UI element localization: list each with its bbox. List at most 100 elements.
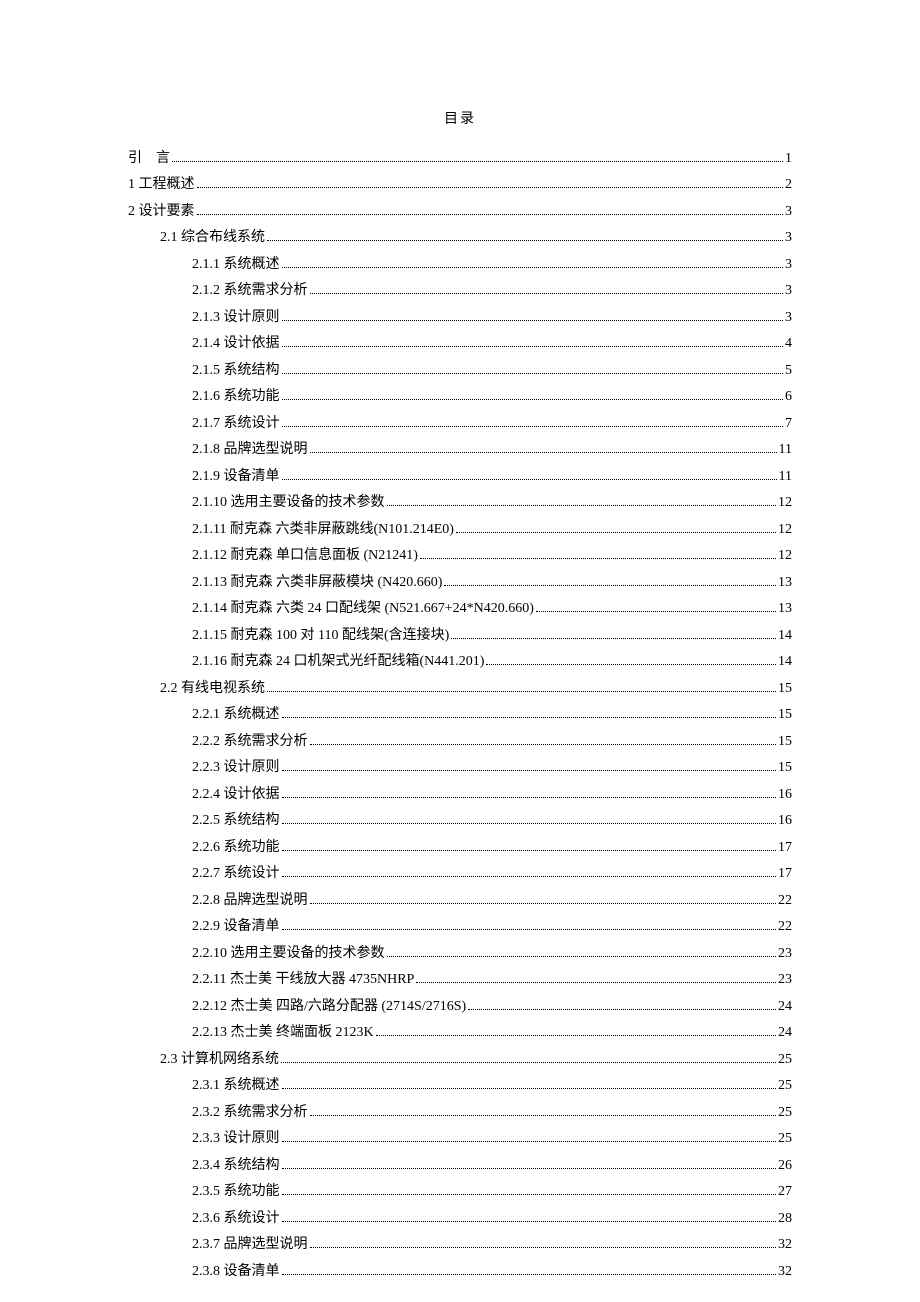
toc-entry-label: 2.2.12 杰士美 四路/六路分配器 (2714S/2716S) [192, 995, 466, 1020]
toc-leader-dots [172, 161, 783, 162]
toc-entry-page: 26 [778, 1154, 792, 1179]
toc-entry-label: 2.1.14 耐克森 六类 24 口配线架 (N521.667+24*N420.… [192, 597, 534, 622]
toc-entry: 2.1.9 设备清单11 [128, 465, 792, 490]
toc-entry-page: 15 [778, 730, 792, 755]
toc-leader-dots [282, 1221, 777, 1222]
toc-entry: 2.1.5 系统结构 5 [128, 359, 792, 384]
toc-entry-page: 16 [778, 809, 792, 834]
toc-leader-dots [197, 187, 784, 188]
toc-leader-dots [310, 744, 777, 745]
toc-entry-label: 2.2.9 设备清单 [192, 915, 280, 940]
toc-entry: 2.1.7 系统设计 7 [128, 412, 792, 437]
toc-leader-dots [281, 1062, 776, 1063]
toc-entry-page: 3 [785, 200, 792, 225]
toc-entry-label: 2 设计要素 [128, 200, 195, 225]
toc-leader-dots [197, 214, 784, 215]
toc-entry: 2.1.8 品牌选型说明11 [128, 438, 792, 463]
toc-leader-dots [282, 373, 784, 374]
toc-entry-page: 23 [778, 968, 792, 993]
toc-entry-label: 2.1 综合布线系统 [160, 226, 265, 251]
toc-entry: 2.2.9 设备清单22 [128, 915, 792, 940]
toc-entry: 2.1.11 耐克森 六类非屏蔽跳线(N101.214E0)12 [128, 518, 792, 543]
toc-entry: 2.3.8 设备清单32 [128, 1260, 792, 1285]
toc-entry-label: 2.2.2 系统需求分析 [192, 730, 308, 755]
toc-entry-page: 3 [785, 306, 792, 331]
toc-entry: 2.2.10 选用主要设备的技术参数23 [128, 942, 792, 967]
toc-entry: 2.2.3 设计原则15 [128, 756, 792, 781]
toc-entry-label: 2.1.13 耐克森 六类非屏蔽模块 (N420.660) [192, 571, 442, 596]
toc-leader-dots [282, 797, 777, 798]
toc-leader-dots [282, 717, 777, 718]
toc-entry: 2.1.13 耐克森 六类非屏蔽模块 (N420.660)13 [128, 571, 792, 596]
toc-entry-label: 2.1.12 耐克森 单口信息面板 (N21241) [192, 544, 418, 569]
toc-entry-page: 13 [778, 597, 792, 622]
toc-entry-label: 2.2.8 品牌选型说明 [192, 889, 308, 914]
toc-leader-dots [310, 903, 777, 904]
toc-entry: 2.2.5 系统结构 16 [128, 809, 792, 834]
toc-leader-dots [310, 293, 784, 294]
toc-leader-dots [536, 611, 776, 612]
toc-entry-page: 25 [778, 1127, 792, 1152]
toc-leader-dots [420, 558, 776, 559]
toc-leader-dots [282, 1274, 777, 1275]
toc-entry-page: 24 [778, 995, 792, 1020]
toc-entry-label: 2.3.8 设备清单 [192, 1260, 280, 1285]
toc-entry: 2.1.4 设计依据4 [128, 332, 792, 357]
toc-entry-page: 28 [778, 1207, 792, 1232]
toc-entry-label: 2.2.5 系统结构 [192, 809, 280, 834]
toc-entry-label: 2.1.7 系统设计 [192, 412, 280, 437]
toc-entry-page: 27 [778, 1180, 792, 1205]
toc-entry-page: 7 [785, 412, 792, 437]
toc-entry-page: 5 [785, 359, 792, 384]
toc-leader-dots [282, 346, 784, 347]
toc-leader-dots [310, 452, 777, 453]
toc-entry: 2 设计要素 3 [128, 200, 792, 225]
toc-entry: 2.1.14 耐克森 六类 24 口配线架 (N521.667+24*N420.… [128, 597, 792, 622]
toc-entry-label: 2.3 计算机网络系统 [160, 1048, 279, 1073]
toc-entry-page: 14 [778, 624, 792, 649]
toc-entry-label: 2.2.7 系统设计 [192, 862, 280, 887]
toc-entry-label: 2.3.4 系统结构 [192, 1154, 280, 1179]
toc-entry-page: 15 [778, 677, 792, 702]
toc-entry-page: 24 [778, 1021, 792, 1046]
toc-entry: 2.3.7 品牌选型说明32 [128, 1233, 792, 1258]
toc-entry: 2.2 有线电视系统 15 [128, 677, 792, 702]
toc-entry: 2.3.5 系统功能 27 [128, 1180, 792, 1205]
toc-entry-page: 17 [778, 862, 792, 887]
toc-entry-page: 22 [778, 889, 792, 914]
toc-entry-label: 引 言 [128, 147, 170, 172]
toc-entry-page: 16 [778, 783, 792, 808]
toc-entry: 2.1.10 选用主要设备的技术参数12 [128, 491, 792, 516]
toc-entry: 2.2.12 杰士美 四路/六路分配器 (2714S/2716S) 24 [128, 995, 792, 1020]
toc-entry-page: 2 [785, 173, 792, 198]
toc-leader-dots [282, 1141, 777, 1142]
toc-leader-dots [282, 850, 777, 851]
toc-entry: 2.1.2 系统需求分析3 [128, 279, 792, 304]
toc-entry: 2.2.13 杰士美 终端面板 2123K24 [128, 1021, 792, 1046]
toc-entry: 2.3.2 系统需求分析25 [128, 1101, 792, 1126]
toc-entry: 2.3.1 系统概述25 [128, 1074, 792, 1099]
toc-entry: 2.1 综合布线系统3 [128, 226, 792, 251]
toc-leader-dots [282, 426, 784, 427]
toc-leader-dots [376, 1035, 776, 1036]
toc-entry-page: 32 [778, 1233, 792, 1258]
toc-entry-page: 11 [779, 465, 792, 490]
toc-entry-label: 2.1.4 设计依据 [192, 332, 280, 357]
toc-leader-dots [282, 479, 777, 480]
toc-entry-label: 1 工程概述 [128, 173, 195, 198]
toc-entry-label: 2.1.5 系统结构 [192, 359, 280, 384]
toc-entry: 2.2.8 品牌选型说明 22 [128, 889, 792, 914]
toc-entry-label: 2.3.5 系统功能 [192, 1180, 280, 1205]
toc-leader-dots [282, 320, 784, 321]
toc-entry-page: 3 [785, 279, 792, 304]
toc-entry-label: 2.2 有线电视系统 [160, 677, 265, 702]
toc-entry-label: 2.2.4 设计依据 [192, 783, 280, 808]
toc-entry-label: 2.2.3 设计原则 [192, 756, 280, 781]
toc-entry-page: 11 [779, 438, 792, 463]
toc-entry: 2.2.6 系统功能17 [128, 836, 792, 861]
toc-entry: 2.2.11 杰士美 干线放大器 4735NHRP23 [128, 968, 792, 993]
toc-entry-label: 2.2.6 系统功能 [192, 836, 280, 861]
toc-leader-dots [451, 638, 776, 639]
toc-entry: 2.2.7 系统设计 17 [128, 862, 792, 887]
toc-entry: 2.1.6 系统功能6 [128, 385, 792, 410]
